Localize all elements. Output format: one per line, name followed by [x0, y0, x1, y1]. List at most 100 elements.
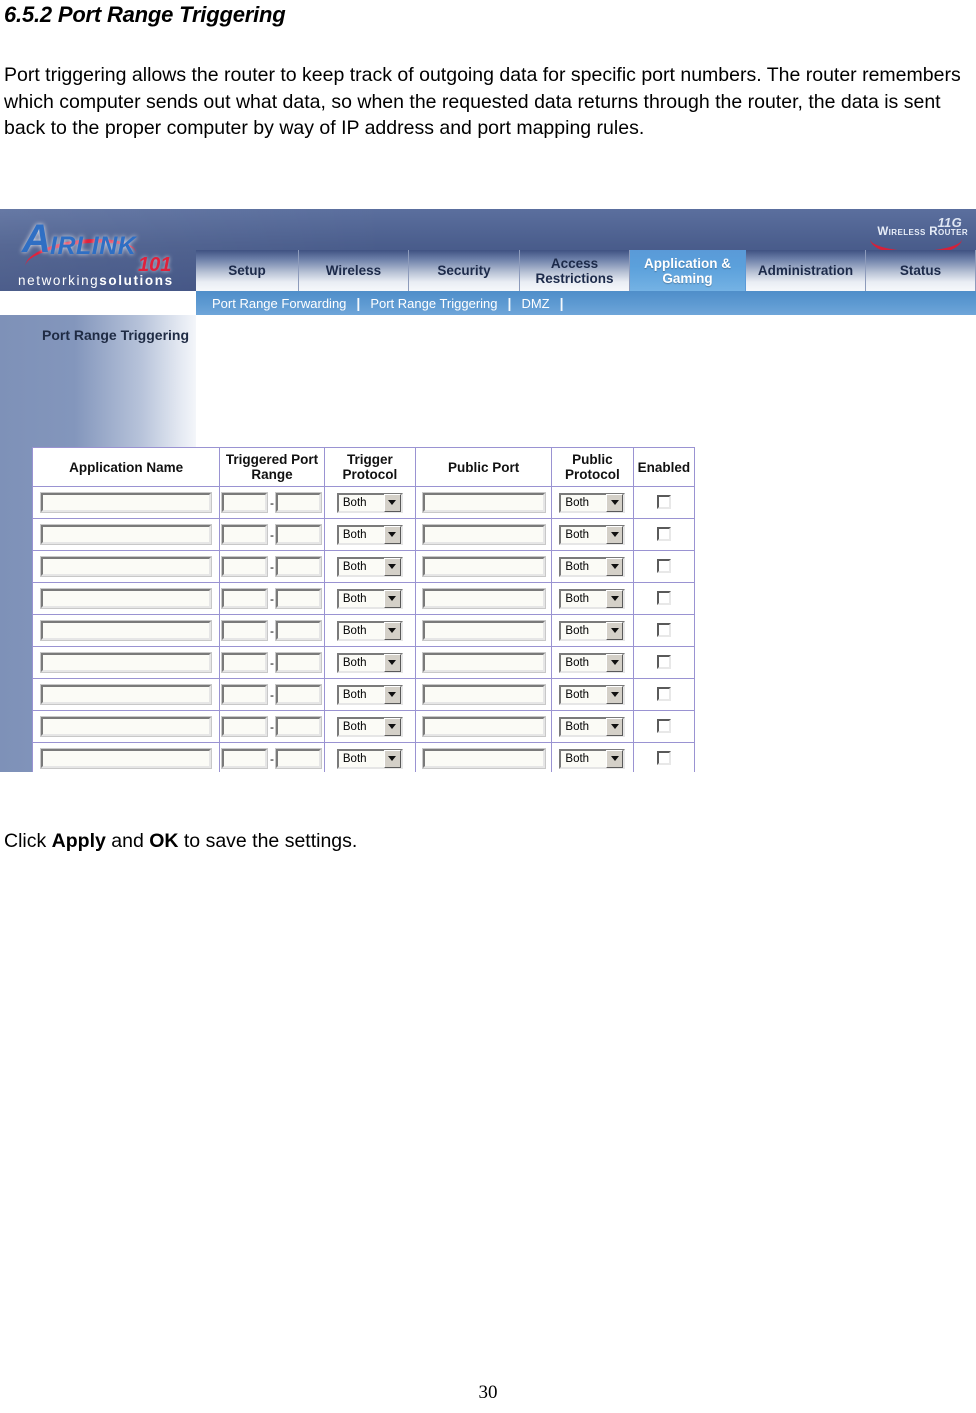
public-protocol-select-value: Both: [565, 688, 590, 701]
application-name-input[interactable]: [40, 524, 213, 545]
trigger-protocol-select[interactable]: Both: [336, 748, 403, 769]
application-name-input[interactable]: [40, 716, 213, 737]
enabled-checkbox[interactable]: [656, 591, 671, 606]
chevron-down-icon[interactable]: [606, 653, 624, 672]
triggered-port-start-input[interactable]: [221, 588, 269, 609]
triggered-port-start-input[interactable]: [221, 716, 269, 737]
enabled-checkbox[interactable]: [656, 687, 671, 702]
enabled-checkbox[interactable]: [656, 751, 671, 766]
subtab-port-range-triggering[interactable]: Port Range Triggering: [360, 296, 507, 311]
triggered-port-start-input[interactable]: [221, 684, 269, 705]
chevron-down-icon[interactable]: [383, 589, 401, 608]
public-protocol-select[interactable]: Both: [559, 620, 626, 641]
public-protocol-select[interactable]: Both: [559, 652, 626, 673]
application-name-input[interactable]: [40, 748, 213, 769]
chevron-down-icon[interactable]: [606, 749, 624, 768]
public-protocol-select[interactable]: Both: [559, 524, 626, 545]
triggered-port-end-input[interactable]: [275, 684, 323, 705]
triggered-port-end-input[interactable]: [275, 588, 323, 609]
subtab-port-range-forwarding[interactable]: Port Range Forwarding: [202, 296, 356, 311]
chevron-down-icon[interactable]: [606, 685, 624, 704]
chevron-down-icon[interactable]: [606, 621, 624, 640]
chevron-down-icon[interactable]: [383, 749, 401, 768]
triggered-port-start-input[interactable]: [221, 748, 269, 769]
tab-application-gaming[interactable]: Application & Gaming: [630, 250, 746, 291]
trigger-protocol-select[interactable]: Both: [336, 684, 403, 705]
trigger-protocol-select[interactable]: Both: [336, 492, 403, 513]
triggered-port-end-input[interactable]: [275, 620, 323, 641]
trigger-protocol-select[interactable]: Both: [336, 652, 403, 673]
public-port-input[interactable]: [421, 492, 546, 513]
trigger-protocol-select[interactable]: Both: [336, 716, 403, 737]
triggered-port-end-input[interactable]: [275, 652, 323, 673]
public-protocol-select[interactable]: Both: [559, 716, 626, 737]
chevron-down-icon[interactable]: [383, 493, 401, 512]
chevron-down-icon[interactable]: [383, 685, 401, 704]
triggered-port-start-input[interactable]: [221, 620, 269, 641]
enabled-checkbox[interactable]: [656, 559, 671, 574]
enabled-checkbox[interactable]: [656, 495, 671, 510]
enabled-checkbox[interactable]: [656, 527, 671, 542]
tab-security[interactable]: Security: [409, 250, 520, 291]
tab-status[interactable]: Status: [866, 250, 976, 291]
public-port-input[interactable]: [421, 556, 546, 577]
triggered-port-end-input[interactable]: [275, 524, 323, 545]
public-port-input[interactable]: [421, 684, 546, 705]
application-name-input[interactable]: [40, 620, 213, 641]
application-name-input[interactable]: [40, 492, 213, 513]
enabled-checkbox[interactable]: [656, 623, 671, 638]
subtab-dmz[interactable]: DMZ: [511, 296, 559, 311]
public-port-input[interactable]: [421, 652, 546, 673]
triggered-port-end-input[interactable]: [275, 556, 323, 577]
triggered-port-end-input[interactable]: [275, 716, 323, 737]
sidebar-section-title: Port Range Triggering: [42, 327, 190, 343]
triggered-port-start-input[interactable]: [221, 556, 269, 577]
public-protocol-select[interactable]: Both: [559, 684, 626, 705]
triggered-port-end-input[interactable]: [275, 492, 323, 513]
public-protocol-select[interactable]: Both: [559, 588, 626, 609]
trigger-protocol-select[interactable]: Both: [336, 588, 403, 609]
chevron-down-icon[interactable]: [383, 653, 401, 672]
tab-wireless[interactable]: Wireless: [299, 250, 409, 291]
chevron-down-icon[interactable]: [606, 589, 624, 608]
chevron-down-icon[interactable]: [383, 717, 401, 736]
cell-public-protocol: Both: [551, 742, 634, 772]
application-name-input[interactable]: [40, 588, 213, 609]
public-protocol-select[interactable]: Both: [559, 748, 626, 769]
public-protocol-select[interactable]: Both: [559, 556, 626, 577]
application-name-input[interactable]: [40, 556, 213, 577]
column-header-trigger-protocol: Trigger Protocol: [323, 447, 417, 487]
application-name-input[interactable]: [40, 652, 213, 673]
public-port-input[interactable]: [421, 620, 546, 641]
chevron-down-icon[interactable]: [606, 525, 624, 544]
trigger-protocol-select[interactable]: Both: [336, 620, 403, 641]
table-row: - Both Both: [31, 710, 696, 743]
chevron-down-icon[interactable]: [383, 557, 401, 576]
trigger-protocol-select[interactable]: Both: [336, 556, 403, 577]
chevron-down-icon[interactable]: [606, 717, 624, 736]
enabled-checkbox[interactable]: [656, 719, 671, 734]
table-row: - Both Both: [31, 678, 696, 711]
triggered-port-end-input[interactable]: [275, 748, 323, 769]
triggered-port-start-input[interactable]: [221, 492, 269, 513]
triggered-port-start-input[interactable]: [221, 652, 269, 673]
chevron-down-icon[interactable]: [606, 557, 624, 576]
public-protocol-select[interactable]: Both: [559, 492, 626, 513]
cell-public-port: [415, 582, 553, 615]
range-separator: -: [269, 687, 274, 702]
public-port-input[interactable]: [421, 748, 546, 769]
enabled-checkbox[interactable]: [656, 655, 671, 670]
public-port-input[interactable]: [421, 716, 546, 737]
triggered-port-start-input[interactable]: [221, 524, 269, 545]
chevron-down-icon[interactable]: [383, 525, 401, 544]
chevron-down-icon[interactable]: [606, 493, 624, 512]
application-name-input[interactable]: [40, 684, 213, 705]
public-port-input[interactable]: [421, 524, 546, 545]
public-port-input[interactable]: [421, 588, 546, 609]
tagline-light: networking: [18, 273, 100, 288]
trigger-protocol-select[interactable]: Both: [336, 524, 403, 545]
chevron-down-icon[interactable]: [383, 621, 401, 640]
tab-setup[interactable]: Setup: [196, 250, 299, 291]
tab-administration[interactable]: Administration: [746, 250, 866, 291]
tab-access-restrictions[interactable]: Access Restrictions: [520, 250, 630, 291]
